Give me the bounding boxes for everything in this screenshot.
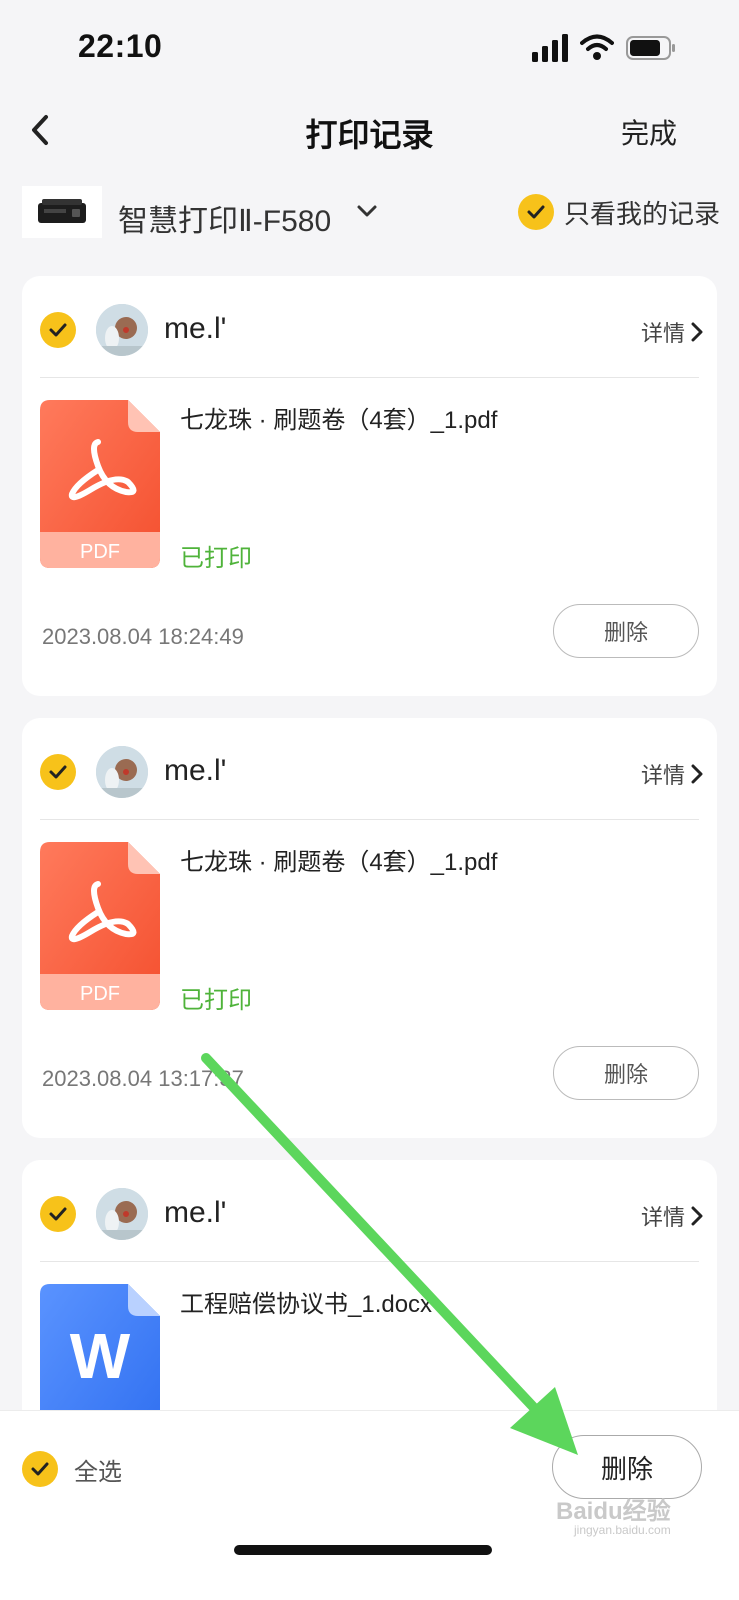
print-timestamp: 2023.08.04 13:17:37	[42, 1066, 244, 1091]
avatar	[96, 746, 148, 798]
bottom-action-bar: 全选 删除 Baidu经验 jingyan.baidu.com	[0, 1410, 739, 1600]
cellular-signal-icon	[532, 34, 568, 62]
username: me.l'	[164, 1196, 227, 1229]
print-status: 已打印	[180, 545, 252, 572]
detail-label: 详情	[640, 1205, 685, 1230]
chevron-right-icon	[691, 764, 703, 784]
checkmark-icon[interactable]	[40, 754, 76, 790]
select-all-toggle[interactable]: 全选	[22, 1451, 122, 1487]
device-name[interactable]: 智慧打印Ⅱ-F580	[118, 196, 331, 240]
divider	[40, 377, 699, 378]
pdf-file-icon: PDF	[40, 400, 160, 568]
printer-thumbnail	[22, 186, 102, 238]
home-indicator[interactable]	[234, 1545, 492, 1555]
file-name: 七龙珠 · 刷题卷（4套）_1.pdf	[180, 849, 498, 876]
mine-only-toggle[interactable]: 只看我的记录	[518, 192, 720, 232]
status-bar: 22:10	[0, 0, 739, 96]
checkmark-icon[interactable]	[40, 1196, 76, 1232]
avatar	[96, 304, 148, 356]
wifi-icon	[580, 34, 614, 60]
checkmark-icon[interactable]	[518, 194, 554, 230]
detail-label: 详情	[640, 763, 685, 788]
file-name: 七龙珠 · 刷题卷（4套）_1.pdf	[180, 407, 498, 434]
chevron-right-icon	[691, 1206, 703, 1226]
battery-icon	[626, 36, 675, 60]
printer-icon	[38, 199, 86, 223]
file-name: 工程赔偿协议书_1.docx	[180, 1291, 433, 1318]
avatar	[96, 1188, 148, 1240]
status-time: 22:10	[78, 28, 163, 64]
svg-text:PDF: PDF	[80, 983, 120, 1005]
detail-link[interactable]: 详情	[641, 1200, 703, 1232]
print-status: 已打印	[180, 987, 252, 1014]
pdf-file-icon: PDF	[40, 842, 160, 1010]
record-header: me.l' 详情	[40, 304, 703, 356]
watermark-url: jingyan.baidu.com	[574, 1523, 671, 1537]
record-header: me.l' 详情	[40, 746, 703, 798]
checkmark-icon[interactable]	[22, 1451, 58, 1487]
delete-record-button[interactable]: 删除	[553, 604, 699, 658]
svg-text:W: W	[70, 1320, 131, 1392]
divider	[40, 819, 699, 820]
record-header: me.l' 详情	[40, 1188, 703, 1240]
divider	[40, 1261, 699, 1262]
detail-label: 详情	[640, 321, 685, 346]
username: me.l'	[164, 312, 227, 345]
mine-only-label: 只看我的记录	[564, 198, 721, 229]
nav-bar: 打印记录 完成	[0, 96, 739, 166]
delete-selected-button[interactable]: 删除	[552, 1435, 702, 1499]
watermark: Baidu经验	[556, 1498, 671, 1525]
username: me.l'	[164, 754, 227, 787]
delete-record-button[interactable]: 删除	[553, 1046, 699, 1100]
done-button[interactable]: 完成	[621, 112, 677, 152]
chevron-right-icon	[691, 322, 703, 342]
svg-text:PDF: PDF	[80, 541, 120, 563]
chevron-down-icon[interactable]	[356, 200, 378, 222]
device-selector-row: 智慧打印Ⅱ-F580 只看我的记录	[0, 186, 739, 242]
detail-link[interactable]: 详情	[641, 758, 703, 790]
checkmark-icon[interactable]	[40, 312, 76, 348]
detail-link[interactable]: 详情	[641, 316, 703, 348]
print-record-card: me.l' 详情 PDF 七龙珠 · 刷题卷（4套）_1.pdf 已打印 202…	[22, 718, 717, 1138]
print-record-card: me.l' 详情 PDF 七龙珠 · 刷题卷（4套）_1.pdf 已打印 202…	[22, 276, 717, 696]
print-timestamp: 2023.08.04 18:24:49	[42, 624, 244, 649]
select-all-label: 全选	[74, 1458, 122, 1486]
